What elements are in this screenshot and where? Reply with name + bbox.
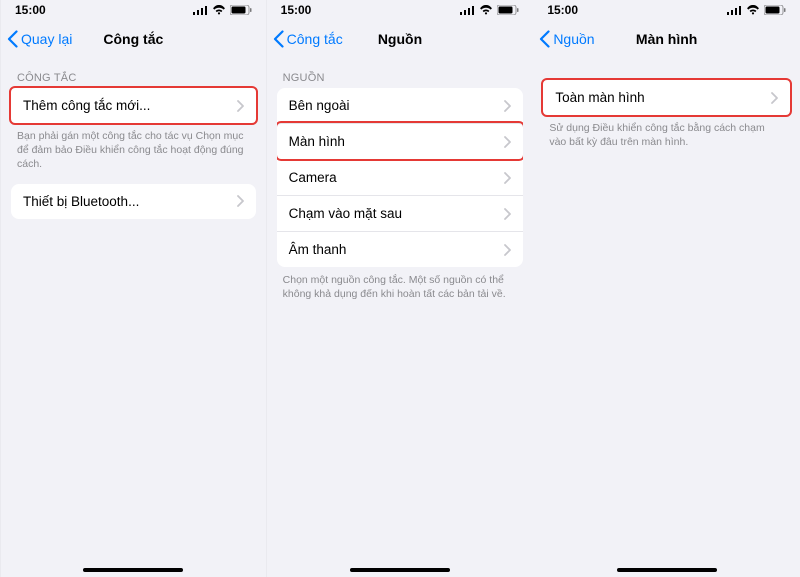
source-cell-external[interactable]: Bên ngoài: [277, 88, 524, 123]
footer-text: Bạn phải gán một công tắc cho tác vụ Chọ…: [1, 123, 266, 172]
chevron-right-icon: [504, 244, 511, 256]
bluetooth-group: Thiết bị Bluetooth...: [11, 184, 256, 219]
status-indicators: [460, 5, 519, 15]
source-label: Màn hình: [289, 134, 345, 149]
fullscreen-group: Toàn màn hình: [543, 80, 790, 115]
battery-icon: [230, 5, 252, 15]
add-switch-label: Thêm công tắc mới...: [23, 98, 150, 113]
bluetooth-cell[interactable]: Thiết bị Bluetooth...: [11, 184, 256, 219]
add-switch-group: Thêm công tắc mới...: [11, 88, 256, 123]
back-label: Nguồn: [553, 31, 594, 47]
chevron-right-icon: [771, 92, 778, 104]
wifi-icon: [746, 5, 760, 15]
wifi-icon: [212, 5, 226, 15]
section-header: NGUỒN: [267, 58, 534, 88]
source-cell-backtap[interactable]: Chạm vào mặt sau: [277, 195, 524, 231]
back-label: Quay lại: [21, 31, 72, 47]
page-title: Màn hình: [636, 31, 697, 47]
chevron-left-icon: [7, 30, 19, 48]
signal-icon: [460, 5, 475, 15]
status-bar: 15:00: [1, 0, 266, 20]
phone-screen-1: 15:00 Quay lại Công tắc CÔNG TẮC Thêm cô…: [0, 0, 267, 577]
bluetooth-label: Thiết bị Bluetooth...: [23, 194, 139, 209]
home-indicator[interactable]: [83, 568, 183, 572]
home-indicator[interactable]: [617, 568, 717, 572]
page-title: Công tắc: [103, 31, 163, 47]
status-bar: 15:00: [533, 0, 800, 20]
wifi-icon: [479, 5, 493, 15]
status-time: 15:00: [547, 3, 578, 17]
source-label: Camera: [289, 170, 337, 185]
battery-icon: [764, 5, 786, 15]
chevron-right-icon: [504, 136, 511, 148]
battery-icon: [497, 5, 519, 15]
chevron-right-icon: [237, 100, 244, 112]
chevron-right-icon: [237, 195, 244, 207]
back-button[interactable]: Quay lại: [1, 30, 72, 48]
chevron-right-icon: [504, 100, 511, 112]
status-indicators: [727, 5, 786, 15]
source-label: Âm thanh: [289, 242, 347, 257]
phone-screen-3: 15:00 Nguồn Màn hình Toàn màn hình Sử dụ…: [533, 0, 800, 577]
source-label: Chạm vào mặt sau: [289, 206, 402, 221]
footer-text: Sử dụng Điều khiển công tắc bằng cách ch…: [533, 115, 800, 149]
add-switch-cell[interactable]: Thêm công tắc mới...: [11, 88, 256, 123]
source-cell-screen[interactable]: Màn hình: [277, 123, 524, 159]
status-time: 15:00: [281, 3, 312, 17]
chevron-right-icon: [504, 208, 511, 220]
section-header: CÔNG TẮC: [1, 58, 266, 88]
footer-text: Chọn một nguồn công tắc. Một số nguồn có…: [267, 267, 534, 301]
home-indicator[interactable]: [350, 568, 450, 572]
chevron-left-icon: [539, 30, 551, 48]
nav-bar: Quay lại Công tắc: [1, 20, 266, 58]
status-indicators: [193, 5, 252, 15]
source-group: Bên ngoài Màn hình Camera Chạm vào mặt s…: [277, 88, 524, 267]
fullscreen-label: Toàn màn hình: [555, 90, 644, 105]
source-label: Bên ngoài: [289, 98, 350, 113]
source-cell-camera[interactable]: Camera: [277, 159, 524, 195]
chevron-left-icon: [273, 30, 285, 48]
page-title: Nguồn: [378, 31, 422, 47]
fullscreen-cell[interactable]: Toàn màn hình: [543, 80, 790, 115]
back-button[interactable]: Nguồn: [533, 30, 594, 48]
status-bar: 15:00: [267, 0, 534, 20]
nav-bar: Công tắc Nguồn: [267, 20, 534, 58]
source-cell-sound[interactable]: Âm thanh: [277, 231, 524, 267]
back-button[interactable]: Công tắc: [267, 30, 343, 48]
status-time: 15:00: [15, 3, 46, 17]
back-label: Công tắc: [287, 31, 343, 47]
signal-icon: [193, 5, 208, 15]
nav-bar: Nguồn Màn hình: [533, 20, 800, 58]
chevron-right-icon: [504, 172, 511, 184]
signal-icon: [727, 5, 742, 15]
phone-screen-2: 15:00 Công tắc Nguồn NGUỒN Bên ngoài Màn…: [267, 0, 534, 577]
